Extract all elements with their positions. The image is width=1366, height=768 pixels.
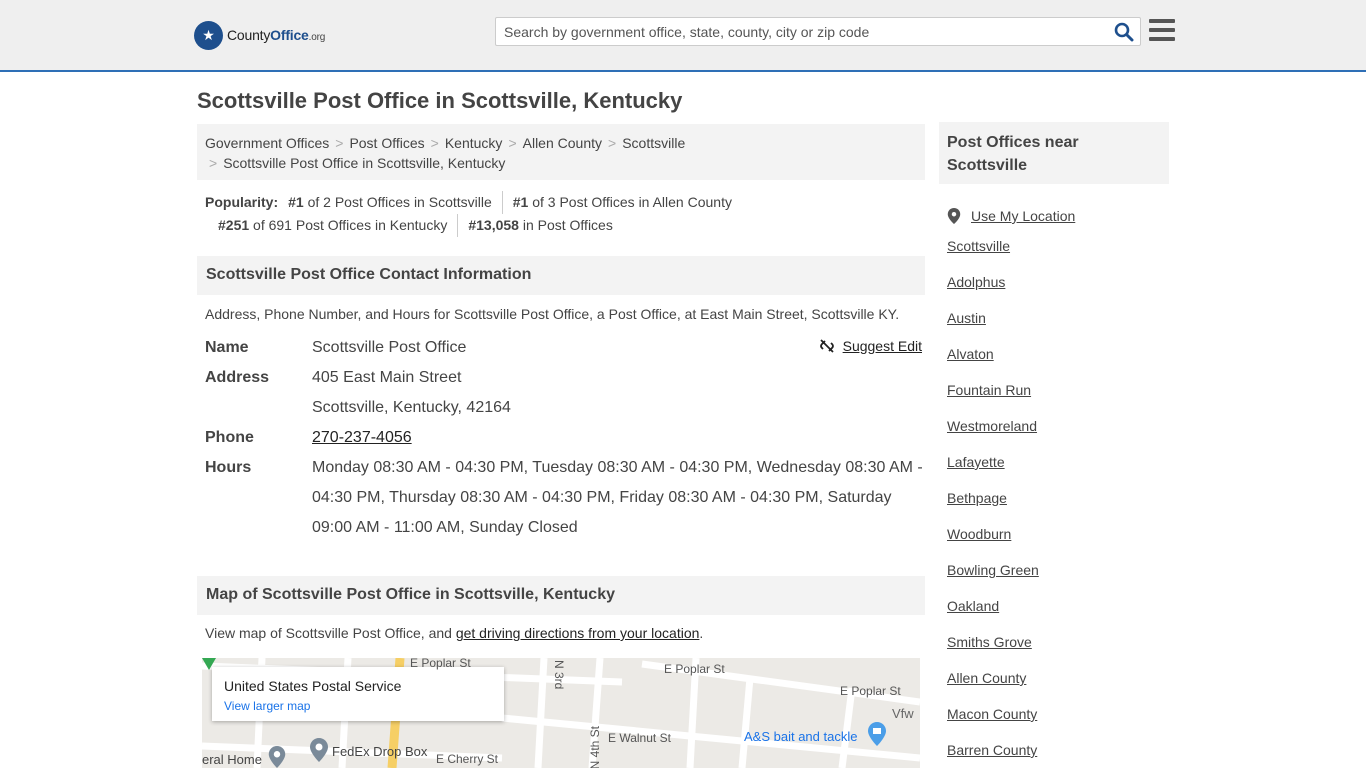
address-value: 405 East Main Street Scottsville, Kentuc… <box>312 363 925 423</box>
map-street-label: E Poplar St <box>410 658 471 670</box>
map-heading: Map of Scottsville Post Office in Scotts… <box>197 576 925 615</box>
hours-label: Hours <box>205 459 252 476</box>
sidebar-item-smiths-grove[interactable]: Smiths Grove <box>947 634 1032 650</box>
view-larger-map-link[interactable]: View larger map <box>224 699 492 713</box>
sidebar-item-macon-county[interactable]: Macon County <box>947 706 1037 722</box>
map-street-label: E Poplar St <box>664 662 725 676</box>
name-row: Name Scottsville Post Office <box>205 333 925 363</box>
breadcrumb-allen-county[interactable]: Allen County <box>523 135 602 151</box>
breadcrumb-kentucky[interactable]: Kentucky <box>445 135 503 151</box>
map-poi-label: Vfw <box>892 706 914 721</box>
phone-row: Phone 270-237-4056 <box>205 423 925 453</box>
phone-label: Phone <box>205 429 254 446</box>
popularity-item: #1 of 2 Post Offices in Scottsville <box>288 194 492 210</box>
breadcrumb-separator: > <box>608 135 617 151</box>
sidebar-item-fountain-run[interactable]: Fountain Run <box>947 382 1031 398</box>
hamburger-menu-icon[interactable] <box>1149 19 1175 43</box>
popularity-item: #251 of 691 Post Offices in Kentucky <box>218 217 448 233</box>
sidebar-item-oakland[interactable]: Oakland <box>947 598 999 614</box>
nearby-post-offices: Use My Location Scottsville Adolphus Aus… <box>947 198 1075 768</box>
suggest-edit[interactable]: Suggest Edit <box>819 338 922 354</box>
sidebar-item-adolphus[interactable]: Adolphus <box>947 274 1005 290</box>
address-line1: 405 East Main Street <box>312 369 462 386</box>
sidebar-item-barren-county[interactable]: Barren County <box>947 742 1037 758</box>
search-box <box>495 17 1141 46</box>
map-street-label: N 4th St <box>588 726 602 768</box>
map-card-title: United States Postal Service <box>224 678 402 694</box>
suggest-edit-link[interactable]: Suggest Edit <box>843 338 922 354</box>
sidebar-item-lafayette[interactable]: Lafayette <box>947 454 1005 470</box>
use-my-location[interactable]: Use My Location <box>947 198 1075 234</box>
contact-description: Address, Phone Number, and Hours for Sco… <box>205 306 900 322</box>
map-poi-label: eral Home <box>202 752 262 767</box>
hours-value: Monday 08:30 AM - 04:30 PM, Tuesday 08:3… <box>312 459 923 536</box>
map-pin-icon[interactable] <box>868 722 886 746</box>
page-title: Scottsville Post Office in Scottsville, … <box>197 88 683 113</box>
breadcrumb: Government Offices > Post Offices > Kentucky… <box>197 124 925 180</box>
sidebar-item-bowling-green[interactable]: Bowling Green <box>947 562 1039 578</box>
map-street-label: E Poplar St <box>840 684 901 698</box>
sidebar-item-westmoreland[interactable]: Westmoreland <box>947 418 1037 434</box>
map[interactable]: United States Postal Service View larger… <box>202 658 920 768</box>
contact-info: Suggest Edit Name Scottsville Post Offic… <box>205 333 925 543</box>
breadcrumb-scottsville[interactable]: Scottsville <box>622 135 685 151</box>
address-row: Address 405 East Main Street Scottsville… <box>205 363 925 423</box>
popularity-item: #13,058 in Post Offices <box>457 214 623 237</box>
map-poi-label: A&S bait and tackle <box>744 729 858 744</box>
sidebar-item-scottsville[interactable]: Scottsville <box>947 238 1010 254</box>
sidebar-item-alvaton[interactable]: Alvaton <box>947 346 994 362</box>
popularity-item: #1 of 3 Post Offices in Allen County <box>501 191 742 214</box>
phone-link[interactable]: 270-237-4056 <box>312 429 412 446</box>
sidebar-item-austin[interactable]: Austin <box>947 310 986 326</box>
unlink-icon <box>819 339 834 353</box>
search-icon[interactable] <box>1114 22 1134 42</box>
site-logo[interactable]: ★ CountyOffice.org <box>194 20 325 50</box>
use-my-location-link[interactable]: Use My Location <box>971 204 1075 228</box>
sidebar-heading: Post Offices near Scottsville <box>939 122 1169 184</box>
location-pin-icon <box>947 208 961 224</box>
breadcrumb-separator: > <box>508 135 517 151</box>
map-street-label: E Walnut St <box>608 731 671 745</box>
map-poi-label: FedEx Drop Box <box>332 744 428 759</box>
sidebar-item-bethpage[interactable]: Bethpage <box>947 490 1007 506</box>
breadcrumb-separator: > <box>430 135 439 151</box>
address-label: Address <box>205 369 270 386</box>
name-label: Name <box>205 339 249 356</box>
map-pin-icon[interactable] <box>310 738 328 762</box>
map-pin-icon[interactable] <box>268 746 286 768</box>
breadcrumb-separator: > <box>209 155 218 171</box>
hours-row: Hours Monday 08:30 AM - 04:30 PM, Tuesda… <box>205 453 925 543</box>
contact-heading: Scottsville Post Office Contact Informat… <box>197 256 925 295</box>
map-street-label: E Cherry St <box>436 752 499 766</box>
map-street-label: N 3rd <box>552 660 566 690</box>
breadcrumb-government-offices[interactable]: Government Offices <box>205 135 329 151</box>
address-line2: Scottsville, Kentucky, 42164 <box>312 399 511 416</box>
popularity-label: Popularity: <box>205 194 279 210</box>
logo-text: CountyOffice.org <box>227 27 326 43</box>
eagle-icon: ★ <box>194 20 223 50</box>
search-input[interactable] <box>496 18 1096 45</box>
sidebar-item-allen-county[interactable]: Allen County <box>947 670 1026 686</box>
breadcrumb-current: Scottsville Post Office in Scottsville, … <box>223 155 506 171</box>
breadcrumb-post-offices[interactable]: Post Offices <box>349 135 424 151</box>
driving-directions-link[interactable]: get driving directions from your locatio… <box>456 625 700 641</box>
map-info-card: United States Postal Service View larger… <box>212 667 504 721</box>
map-description: View map of Scottsville Post Office, and… <box>205 625 704 641</box>
site-header: ★ CountyOffice.org <box>0 0 1366 72</box>
breadcrumb-separator: > <box>335 135 344 151</box>
popularity: Popularity: #1 of 2 Post Offices in Scott… <box>205 191 925 237</box>
sidebar-item-woodburn[interactable]: Woodburn <box>947 526 1011 542</box>
